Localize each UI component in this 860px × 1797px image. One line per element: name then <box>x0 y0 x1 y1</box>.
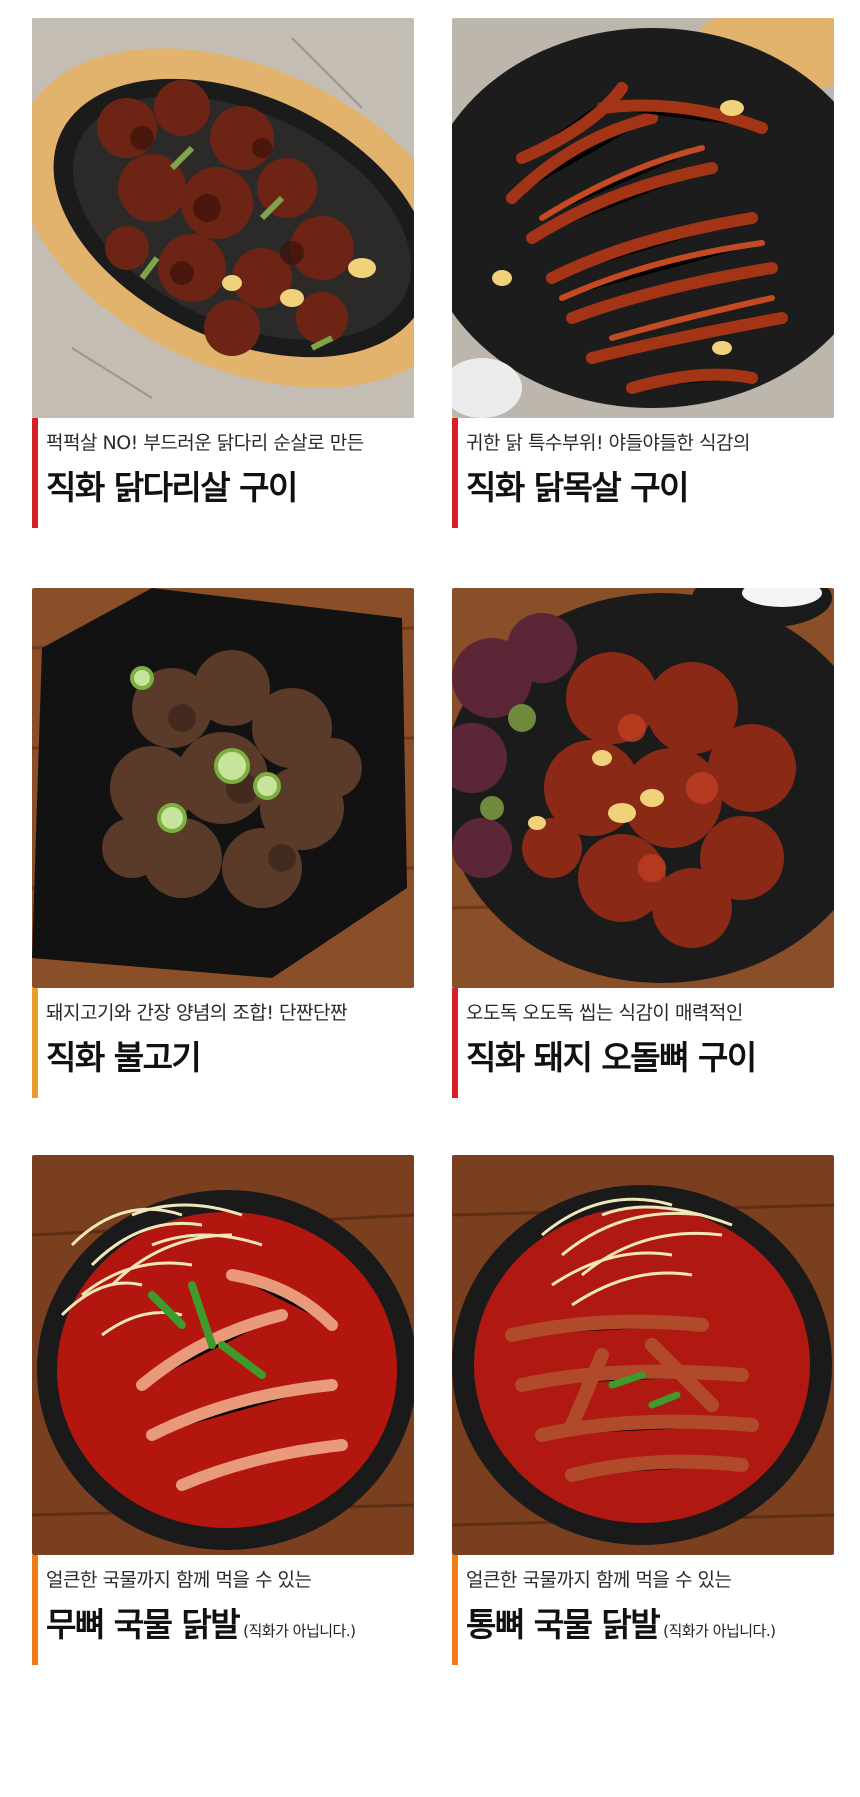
product-subtitle: 퍽퍽살 NO! 부드러운 닭다리 순살로 만든 <box>46 432 364 454</box>
product-subtitle: 오도독 오도독 씹는 식감이 매력적인 <box>466 1002 743 1024</box>
product-grid: 퍽퍽살 NO! 부드러운 닭다리 순살로 만든 직화 닭다리살 구이 귀한 닭 … <box>0 0 860 1797</box>
product-subtitle: 얼큰한 국물까지 함께 먹을 수 있는 <box>46 1569 312 1591</box>
product-title: 무뼈 국물 닭발 (직화가 아닙니다.) <box>46 1605 356 1644</box>
accent-bar <box>452 988 458 1098</box>
product-title: 통뼈 국물 닭발 (직화가 아닙니다.) <box>466 1605 776 1644</box>
product-photo-bone-in-chicken-feet[interactable] <box>452 1155 834 1555</box>
product-card-bone-in-chicken-feet[interactable]: 얼큰한 국물까지 함께 먹을 수 있는 통뼈 국물 닭발 (직화가 아닙니다.) <box>452 1155 834 1667</box>
product-caption: 오도독 오도독 씹는 식감이 매력적인 직화 돼지 오돌뼈 구이 <box>452 988 834 1100</box>
product-card-boneless-chicken-feet[interactable]: 얼큰한 국물까지 함께 먹을 수 있는 무뼈 국물 닭발 (직화가 아닙니다.) <box>32 1155 414 1667</box>
product-card-bulgogi[interactable]: 돼지고기와 간장 양념의 조합! 단짠단짠 직화 불고기 <box>32 588 414 1100</box>
product-subtitle: 얼큰한 국물까지 함께 먹을 수 있는 <box>466 1569 732 1591</box>
accent-bar <box>32 988 38 1098</box>
product-caption: 얼큰한 국물까지 함께 먹을 수 있는 무뼈 국물 닭발 (직화가 아닙니다.) <box>32 1555 414 1667</box>
product-caption: 퍽퍽살 NO! 부드러운 닭다리 순살로 만든 직화 닭다리살 구이 <box>32 418 414 530</box>
product-title: 직화 닭다리살 구이 <box>46 468 298 507</box>
product-photo-bulgogi[interactable] <box>32 588 414 988</box>
accent-bar <box>452 418 458 528</box>
product-title: 직화 불고기 <box>46 1038 202 1077</box>
product-caption: 얼큰한 국물까지 함께 먹을 수 있는 통뼈 국물 닭발 (직화가 아닙니다.) <box>452 1555 834 1667</box>
product-photo-chicken-neck[interactable] <box>452 18 834 418</box>
product-subtitle: 돼지고기와 간장 양념의 조합! 단짠단짠 <box>46 1002 347 1024</box>
product-title: 직화 닭목살 구이 <box>466 468 690 507</box>
product-card-pork-cartilage[interactable]: 오도독 오도독 씹는 식감이 매력적인 직화 돼지 오돌뼈 구이 <box>452 588 834 1100</box>
product-note: (직화가 아닙니다.) <box>663 1622 776 1640</box>
product-caption: 귀한 닭 특수부위! 야들야들한 식감의 직화 닭목살 구이 <box>452 418 834 530</box>
accent-bar <box>32 1555 38 1665</box>
product-note: (직화가 아닙니다.) <box>243 1622 356 1640</box>
accent-bar <box>452 1555 458 1665</box>
accent-bar <box>32 418 38 528</box>
product-card-chicken-thigh[interactable]: 퍽퍽살 NO! 부드러운 닭다리 순살로 만든 직화 닭다리살 구이 <box>32 18 414 530</box>
product-title: 직화 돼지 오돌뼈 구이 <box>466 1038 757 1077</box>
product-caption: 돼지고기와 간장 양념의 조합! 단짠단짠 직화 불고기 <box>32 988 414 1100</box>
product-photo-pork-cartilage[interactable] <box>452 588 834 988</box>
product-photo-chicken-thigh[interactable] <box>32 18 414 418</box>
product-subtitle: 귀한 닭 특수부위! 야들야들한 식감의 <box>466 432 750 454</box>
product-card-chicken-neck[interactable]: 귀한 닭 특수부위! 야들야들한 식감의 직화 닭목살 구이 <box>452 18 834 530</box>
product-photo-boneless-chicken-feet[interactable] <box>32 1155 414 1555</box>
